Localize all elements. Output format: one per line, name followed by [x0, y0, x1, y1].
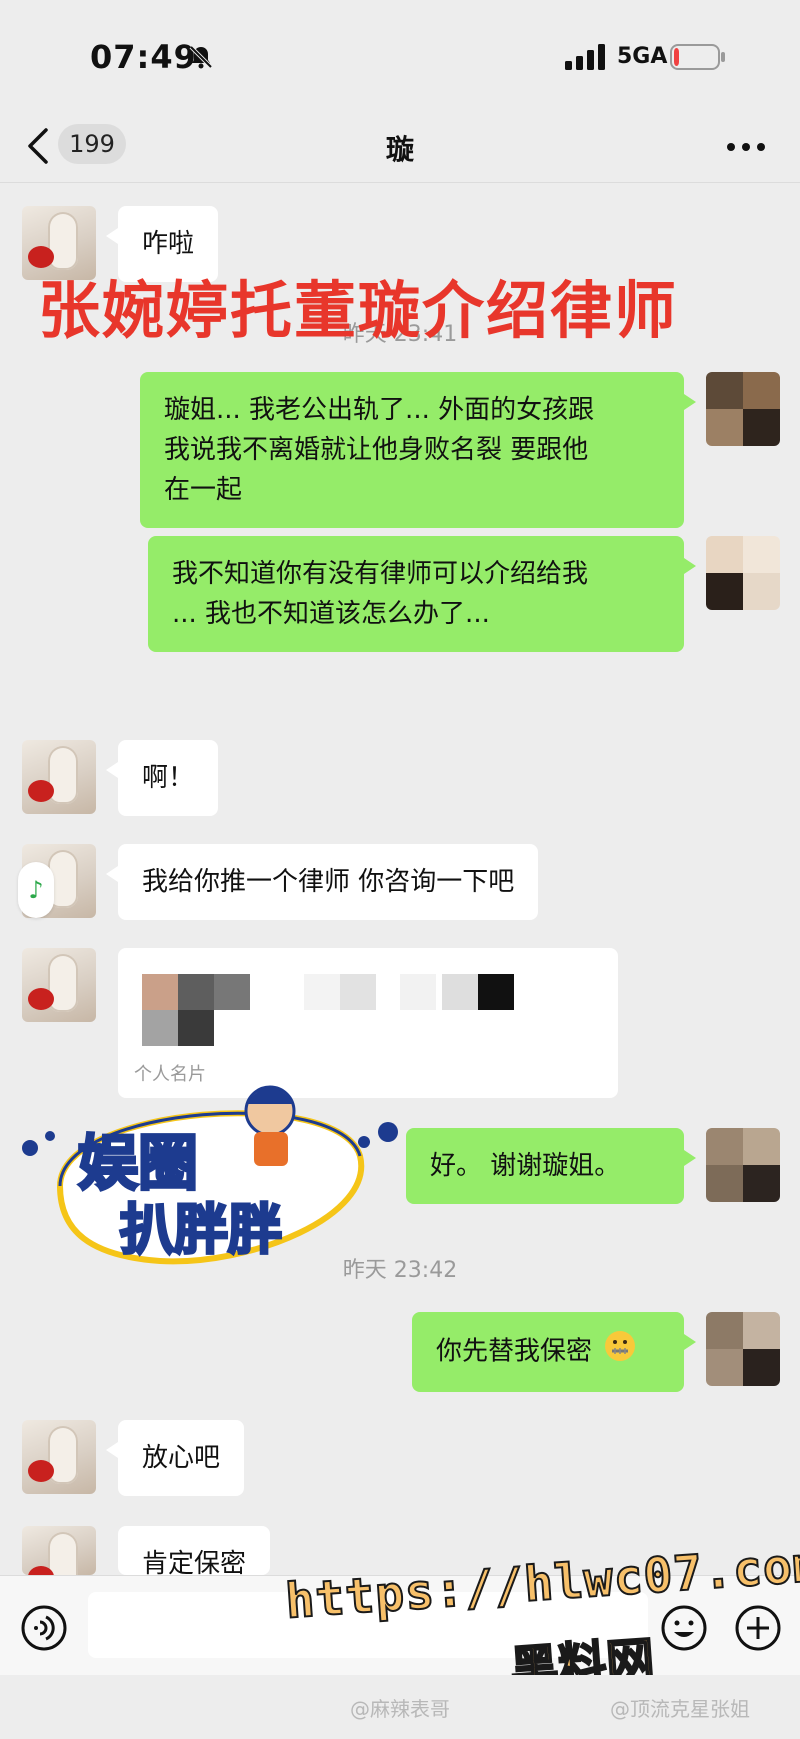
chat-header: 199 璇: [0, 110, 800, 183]
message-bubble[interactable]: 我给你推一个律师 你咨询一下吧: [105, 844, 539, 920]
message-text: 你先替我保密: [436, 1336, 593, 1367]
voice-input-icon[interactable]: [20, 1604, 68, 1652]
message-bubble[interactable]: 你先替我保密: [412, 1312, 696, 1392]
message-line: 璇姐... 我老公出轨了... 外面的女孩跟: [164, 395, 595, 425]
watermark-logo: 娱圈 扒胖胖: [22, 1085, 398, 1265]
blurred-pixel: [340, 974, 376, 1010]
blurred-pixel: [400, 974, 436, 1010]
floating-music-icon[interactable]: ♪: [18, 862, 54, 918]
emoji-icon[interactable]: [660, 1604, 708, 1652]
message-bubble[interactable]: 璇姐... 我老公出轨了... 外面的女孩跟 我说我不离婚就让他身败名裂 要跟他…: [140, 372, 696, 528]
credit-handle: @麻辣表哥: [350, 1697, 450, 1721]
footer-credits: @麻辣表哥 @顶流克星张姐: [0, 1675, 800, 1739]
mute-bell-icon: [189, 45, 213, 69]
signal-icon: [565, 44, 605, 70]
more-options-icon[interactable]: [726, 142, 766, 152]
logo-text-line2: 扒胖胖: [120, 1198, 282, 1261]
contact-avatar[interactable]: [22, 1420, 96, 1494]
chat-title: 璇: [385, 133, 414, 166]
overlay-caption: 张婉婷托董璇介绍律师: [38, 274, 679, 347]
credit-handle: @顶流克星张姐: [610, 1697, 750, 1721]
message-bubble[interactable]: 啊！: [105, 740, 219, 816]
zipper-mouth-emoji-icon: [604, 1330, 636, 1374]
blurred-pixel: [442, 974, 478, 1010]
self-avatar[interactable]: [706, 536, 780, 610]
contact-avatar[interactable]: [22, 948, 96, 1022]
network-type: 5GA: [617, 44, 668, 69]
blurred-pixel: [142, 974, 178, 1010]
message-bubble[interactable]: 好。 谢谢璇姐。: [406, 1128, 696, 1204]
blurred-pixel: [178, 974, 214, 1010]
blurred-pixel: [478, 974, 514, 1010]
message-bubble[interactable]: 肯定保密: [118, 1526, 271, 1575]
blurred-pixel: [142, 1010, 178, 1046]
message-line: 在一起: [164, 475, 243, 505]
message-bubble[interactable]: 我不知道你有没有律师可以介绍给我 ... 我也不知道该怎么办了...: [148, 536, 696, 652]
plus-icon[interactable]: [734, 1604, 782, 1652]
blurred-pixel: [304, 974, 340, 1010]
status-bar: 07:49 5GA: [0, 0, 800, 110]
message-line: 我说我不离婚就让他身败名裂 要跟他: [164, 435, 589, 465]
self-avatar[interactable]: [706, 372, 780, 446]
message-line: 我不知道你有没有律师可以介绍给我: [172, 559, 589, 589]
self-avatar[interactable]: [706, 1312, 780, 1386]
contact-avatar[interactable]: [22, 740, 96, 814]
contact-avatar[interactable]: [22, 1526, 96, 1575]
message-bubble[interactable]: 放心吧: [105, 1420, 245, 1496]
status-time: 07:49: [90, 38, 197, 76]
logo-text-line1: 娱圈: [78, 1129, 198, 1199]
battery-icon: [670, 44, 725, 70]
blurred-pixel: [214, 974, 250, 1010]
self-avatar[interactable]: [706, 1128, 780, 1202]
blurred-pixel: [178, 1010, 214, 1046]
message-line: ... 我也不知道该怎么办了...: [172, 599, 490, 629]
